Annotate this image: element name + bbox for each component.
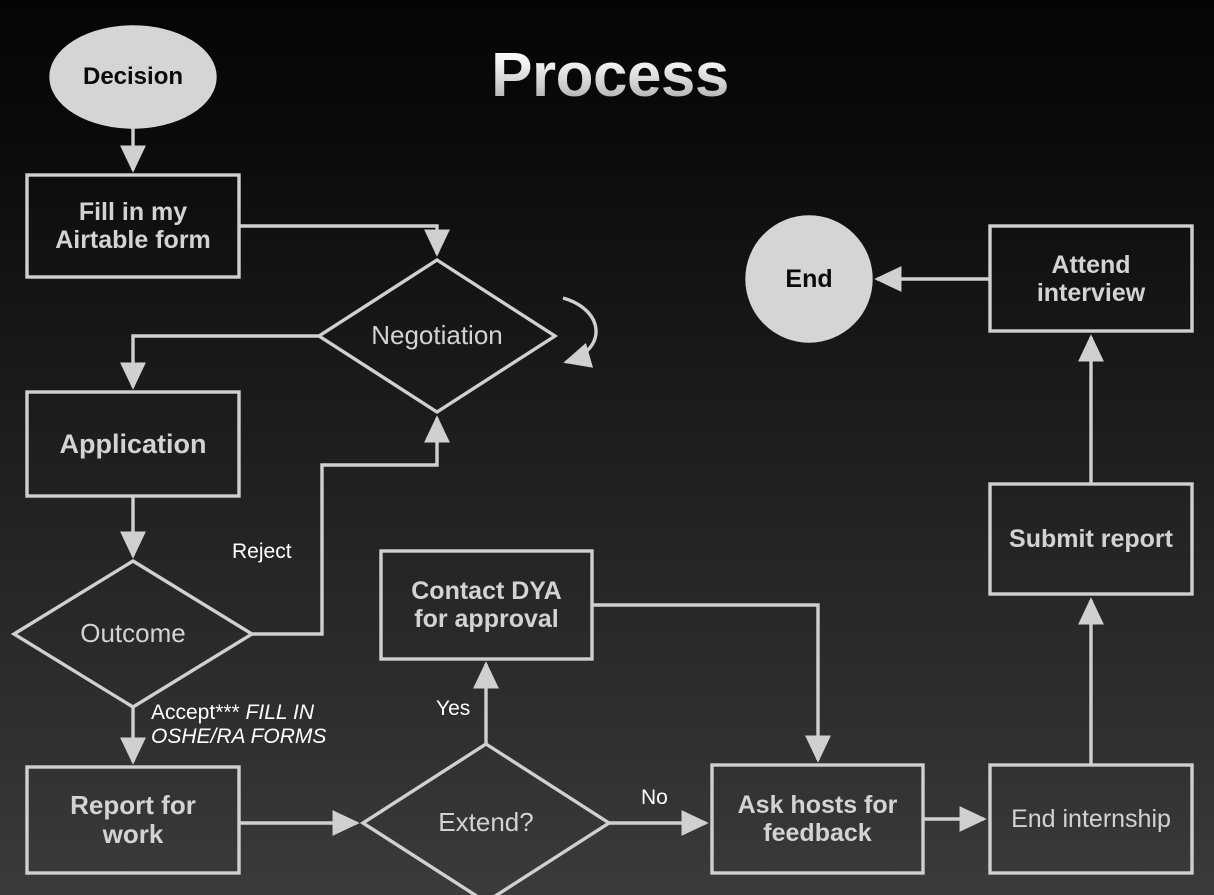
node-application[interactable] <box>25 390 241 498</box>
flowchart-svg <box>10 25 1194 895</box>
node-extend[interactable] <box>359 741 613 895</box>
edge-outcome-reject-to-negotiation <box>252 415 450 636</box>
node-end-internship[interactable] <box>988 763 1194 875</box>
edge-negotiation-to-application <box>120 334 319 390</box>
edge-contactdya-to-askfeedback <box>592 603 831 763</box>
node-report-for-work[interactable] <box>25 765 241 875</box>
node-fill-form[interactable] <box>25 173 241 279</box>
node-attend-interview[interactable] <box>988 224 1194 333</box>
edge-fillform-to-negotiation <box>239 224 450 257</box>
node-contact-dya[interactable] <box>379 549 594 661</box>
node-decision-start[interactable] <box>49 25 217 129</box>
flowchart-canvas: Process Decision Fill in my Airtable for… <box>0 0 1214 895</box>
node-negotiation[interactable] <box>315 257 559 415</box>
edge-negotiation-self-loop <box>562 296 598 368</box>
node-ask-feedback[interactable] <box>710 763 925 875</box>
node-outcome[interactable] <box>10 559 256 709</box>
node-submit-report[interactable] <box>988 482 1194 596</box>
node-end-terminal[interactable] <box>745 215 873 343</box>
